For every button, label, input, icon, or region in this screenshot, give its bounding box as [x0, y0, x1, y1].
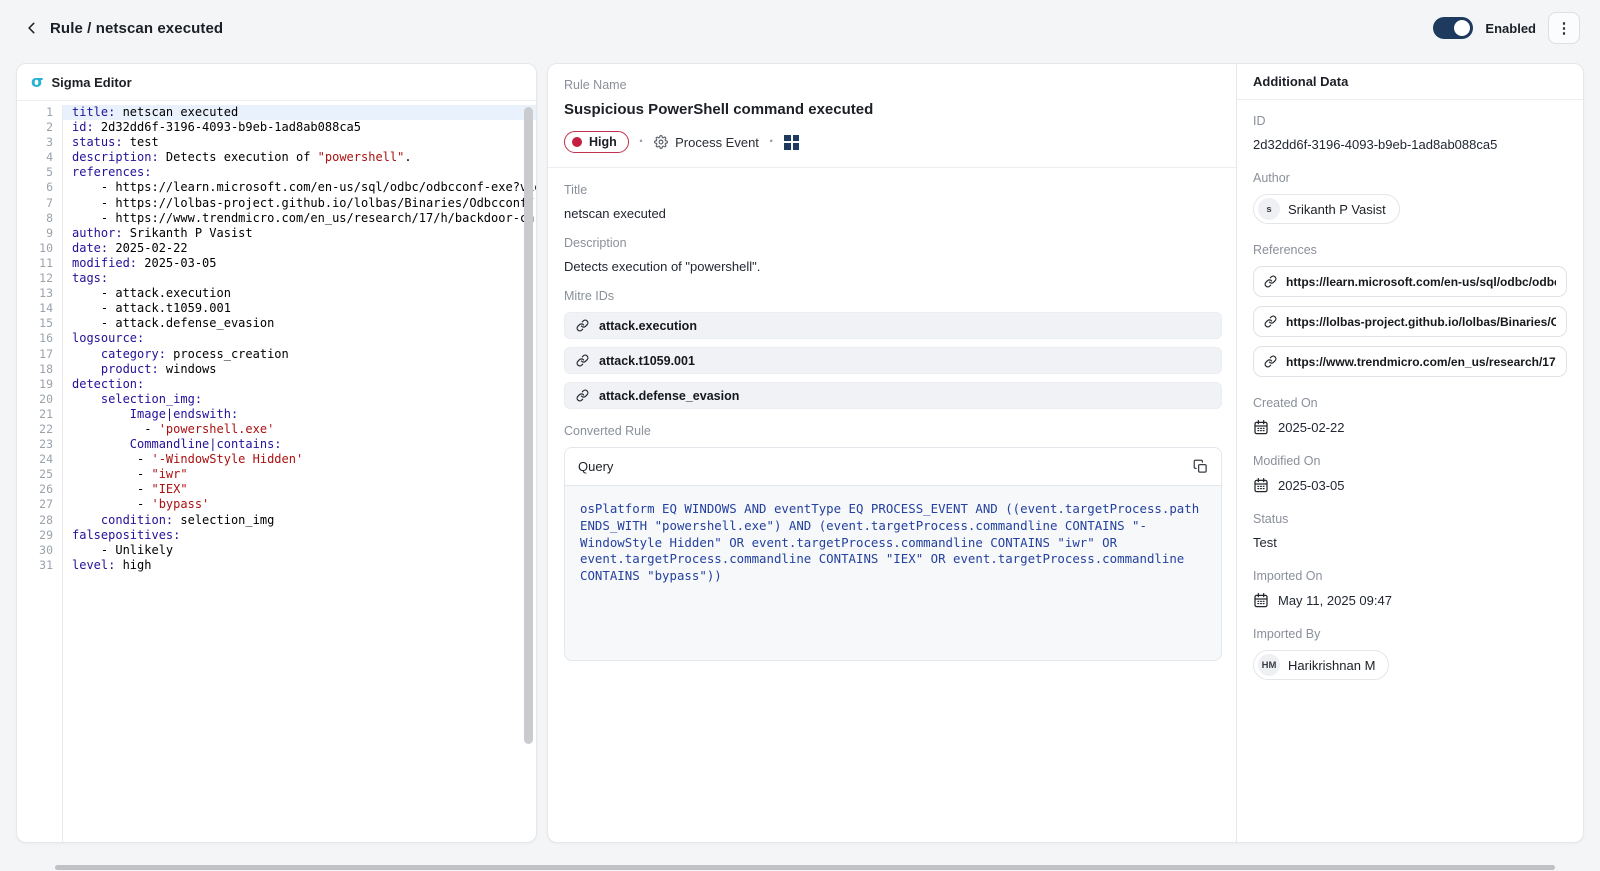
author-name: Srikanth P Vasist	[1288, 202, 1386, 217]
event-type-label: Process Event	[675, 135, 759, 150]
imported-by-avatar: HM	[1258, 654, 1280, 676]
mitre-id-text: attack.defense_evasion	[599, 389, 739, 403]
severity-dot-icon	[572, 137, 582, 147]
reference-link[interactable]: https://learn.microsoft.com/en-us/sql/od…	[1253, 266, 1567, 297]
author-label: Author	[1253, 171, 1567, 185]
reference-list: https://learn.microsoft.com/en-us/sql/od…	[1253, 266, 1567, 377]
mitre-id-text: attack.t1059.001	[599, 354, 695, 368]
toggle-knob	[1454, 20, 1470, 36]
created-on-label: Created On	[1253, 396, 1567, 410]
query-body: osPlatform EQ WINDOWS AND eventType EQ P…	[565, 485, 1221, 660]
link-icon	[1264, 355, 1277, 368]
link-icon	[1264, 275, 1277, 288]
calendar-icon	[1253, 477, 1269, 493]
modified-on-label: Modified On	[1253, 454, 1567, 468]
reference-url: https://www.trendmicro.com/en_us/researc…	[1286, 355, 1556, 369]
mitre-id-row[interactable]: attack.t1059.001	[564, 347, 1222, 374]
link-icon	[576, 319, 589, 332]
reference-link[interactable]: https://www.trendmicro.com/en_us/researc…	[1253, 346, 1567, 377]
code-editor[interactable]: 1234567891011121314151617181920212223242…	[17, 101, 536, 842]
calendar-icon	[1253, 592, 1269, 608]
mitre-ids-label: Mitre IDs	[564, 289, 1222, 303]
back-button[interactable]	[20, 16, 44, 40]
editor-vertical-scrollbar[interactable]	[524, 107, 533, 744]
calendar-icon	[1253, 419, 1269, 435]
code-lines[interactable]: title: netscan executedid: 2d32dd6f-3196…	[63, 105, 536, 842]
created-on-value: 2025-02-22	[1278, 420, 1345, 435]
author-chip: s Srikanth P Vasist	[1253, 194, 1400, 224]
link-icon	[1264, 315, 1277, 328]
dot-separator	[639, 133, 644, 151]
query-title: Query	[578, 459, 613, 474]
title-label: Title	[564, 183, 1222, 197]
more-options-button[interactable]: ⋮	[1548, 12, 1580, 44]
mitre-id-row[interactable]: attack.execution	[564, 312, 1222, 339]
reference-link[interactable]: https://lolbas-project.github.io/lolbas/…	[1253, 306, 1567, 337]
imported-on-value: May 11, 2025 09:47	[1278, 593, 1392, 608]
modified-on-value: 2025-03-05	[1278, 478, 1345, 493]
status-label: Status	[1253, 512, 1567, 526]
description-value: Detects execution of "powershell".	[564, 259, 1222, 274]
imported-on-label: Imported On	[1253, 569, 1567, 583]
query-header: Query	[565, 448, 1221, 485]
chevron-left-icon	[25, 21, 39, 35]
rule-name: Suspicious PowerShell command executed	[564, 101, 1222, 118]
copy-icon[interactable]	[1193, 459, 1208, 474]
query-text: osPlatform EQ WINDOWS AND eventType EQ P…	[580, 501, 1206, 585]
windows-logo-icon	[784, 135, 799, 150]
reference-url: https://lolbas-project.github.io/lolbas/…	[1286, 315, 1556, 329]
rule-meta-row: High Process Event	[564, 131, 1222, 167]
link-icon	[576, 354, 589, 367]
kebab-icon: ⋮	[1557, 19, 1572, 37]
sigma-editor-panel: σ Sigma Editor 1234567891011121314151617…	[16, 63, 537, 843]
event-type: Process Event	[654, 135, 759, 150]
sigma-editor-header: σ Sigma Editor	[17, 64, 536, 101]
gear-icon	[654, 135, 668, 149]
page-title: Rule / netscan executed	[50, 20, 223, 37]
imported-by-label: Imported By	[1253, 627, 1567, 641]
sigma-icon: σ	[31, 74, 43, 90]
mitre-id-row[interactable]: attack.defense_evasion	[564, 382, 1222, 409]
description-label: Description	[564, 236, 1222, 250]
converted-rule-label: Converted Rule	[564, 424, 1222, 438]
rule-detail-pane: Rule Name Suspicious PowerShell command …	[548, 64, 1236, 842]
rule-name-label: Rule Name	[564, 78, 1222, 92]
rule-detail-panel: Rule Name Suspicious PowerShell command …	[547, 63, 1584, 843]
sigma-editor-title: Sigma Editor	[51, 75, 131, 90]
enabled-toggle[interactable]	[1433, 17, 1473, 39]
topbar: Rule / netscan executed Enabled ⋮	[0, 0, 1600, 56]
mitre-id-text: attack.execution	[599, 319, 697, 333]
references-label: References	[1253, 243, 1567, 257]
link-icon	[576, 389, 589, 402]
query-card: Query osPlatform EQ WINDOWS AND eventTyp…	[564, 447, 1222, 661]
author-avatar: s	[1258, 198, 1280, 220]
severity-badge: High	[564, 131, 629, 153]
line-numbers: 1234567891011121314151617181920212223242…	[17, 105, 63, 842]
additional-data-panel: Additional Data ID 2d32dd6f-3196-4093-b9…	[1236, 64, 1583, 842]
enabled-toggle-label: Enabled	[1485, 21, 1536, 36]
mitre-id-list: attack.execution attack.t1059.001 attack…	[564, 312, 1222, 409]
imported-by-name: Harikrishnan M	[1288, 658, 1375, 673]
title-value: netscan executed	[564, 206, 1222, 221]
status-value: Test	[1253, 535, 1567, 550]
severity-label: High	[589, 135, 617, 149]
id-value: 2d32dd6f-3196-4093-b9eb-1ad8ab088ca5	[1253, 137, 1567, 152]
additional-data-title: Additional Data	[1237, 64, 1583, 100]
id-label: ID	[1253, 114, 1567, 128]
page-horizontal-scrollbar[interactable]	[55, 865, 1555, 870]
reference-url: https://learn.microsoft.com/en-us/sql/od…	[1286, 275, 1556, 289]
dot-separator	[769, 133, 774, 151]
divider	[548, 167, 1236, 168]
imported-by-chip: HM Harikrishnan M	[1253, 650, 1389, 680]
